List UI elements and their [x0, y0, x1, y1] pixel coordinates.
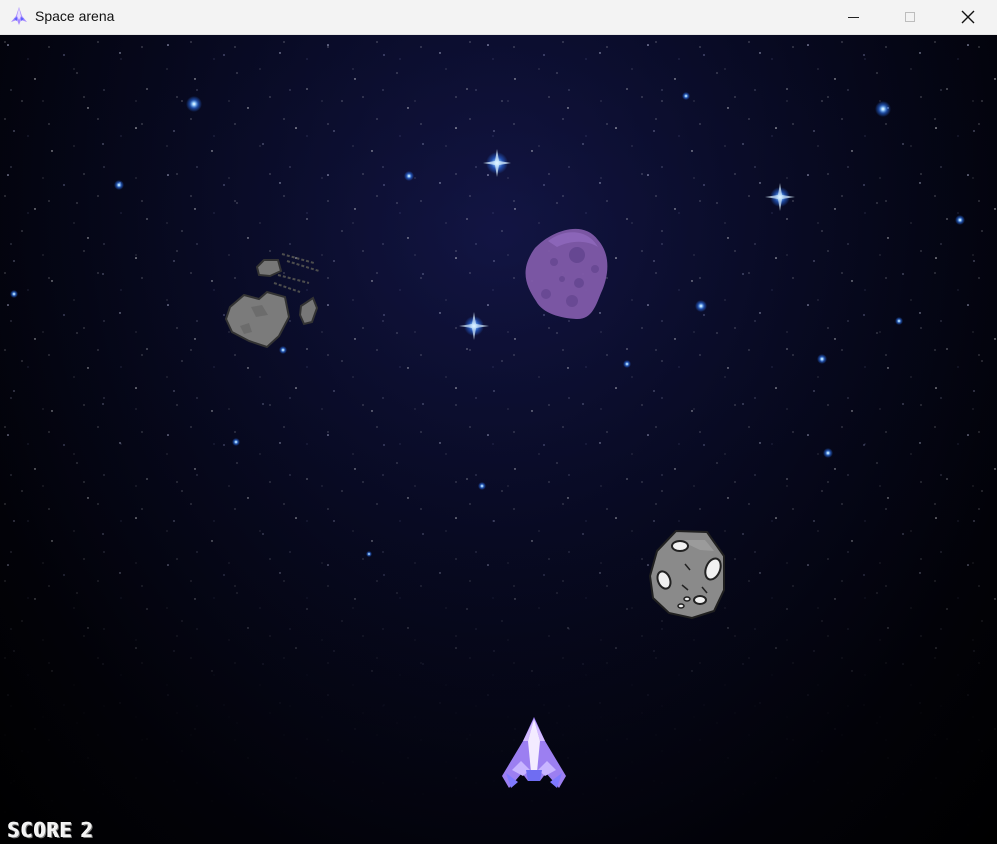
close-icon: [961, 10, 975, 24]
space-background: [0, 35, 997, 844]
score-label: SCORE: [8, 818, 74, 842]
score-display: SCORE 2: [8, 819, 94, 841]
space-game-canvas[interactable]: SCORE 2: [0, 35, 997, 844]
minimize-button[interactable]: [824, 0, 882, 34]
window-title: Space arena: [35, 8, 115, 24]
close-button[interactable]: [939, 0, 997, 34]
game-window: Space arena SCORE 2: [0, 0, 997, 844]
app-icon: [11, 7, 27, 25]
minimize-icon: [847, 16, 859, 18]
maximize-button[interactable]: [881, 0, 939, 34]
score-value: 2: [81, 818, 95, 842]
maximize-icon: [905, 12, 915, 22]
title-bar: Space arena: [0, 0, 997, 35]
